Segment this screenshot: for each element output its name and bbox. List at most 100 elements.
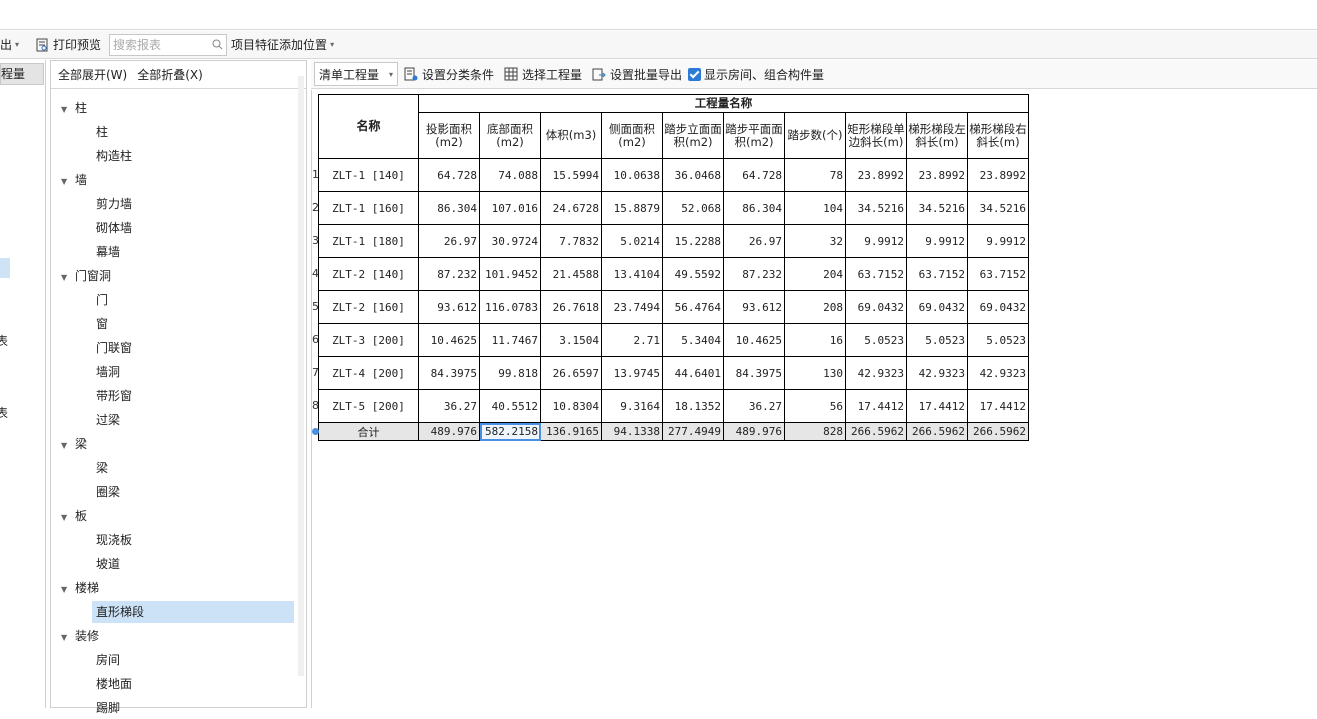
value-cell[interactable]: 13.9745 (601, 356, 663, 390)
value-cell[interactable]: 10.4625 (723, 323, 785, 357)
value-cell[interactable]: 17.4412 (906, 389, 968, 423)
value-cell[interactable]: 24.6728 (540, 191, 602, 225)
column-header[interactable]: 投影面积(m2) (418, 112, 480, 159)
value-cell[interactable]: 84.3975 (723, 356, 785, 390)
column-header[interactable]: 踏步数(个) (784, 112, 846, 159)
value-cell[interactable]: 16 (784, 323, 846, 357)
set-category-button[interactable]: 设置分类条件 (404, 66, 494, 83)
row-name-cell[interactable]: ZLT-1 [160] (318, 191, 419, 225)
row-name-cell[interactable]: ZLT-2 [160] (318, 290, 419, 324)
table-row[interactable]: ZLT-3 [200] 10.4625 11.7467 3.1504 2.71 5.340… (318, 323, 1029, 357)
table-row[interactable]: ZLT-1 [160] 86.304 107.016 24.6728 15.8879 52… (318, 191, 1029, 225)
value-cell[interactable]: 63.7152 (845, 257, 907, 291)
value-cell[interactable]: 23.8992 (967, 158, 1029, 192)
total-value-cell[interactable]: 489.976 (723, 422, 785, 441)
row-name-cell[interactable]: ZLT-1 [180] (318, 224, 419, 258)
value-cell[interactable]: 69.0432 (906, 290, 968, 324)
value-cell[interactable]: 9.9912 (967, 224, 1029, 258)
collapse-all-button[interactable]: 全部折叠(X) (137, 66, 203, 83)
row-name-cell[interactable]: ZLT-4 [200] (318, 356, 419, 390)
total-value-cell[interactable]: 277.4949 (662, 422, 724, 441)
value-cell[interactable]: 40.5512 (479, 389, 541, 423)
tree-item[interactable]: 柱 (92, 121, 294, 143)
tree-item[interactable]: 剪力墙 (92, 193, 294, 215)
value-cell[interactable]: 204 (784, 257, 846, 291)
expand-triangle-icon[interactable]: ▼ (61, 435, 75, 457)
tree-scrollbar[interactable] (298, 76, 304, 676)
value-cell[interactable]: 26.6597 (540, 356, 602, 390)
expand-triangle-icon[interactable]: ▼ (61, 171, 75, 193)
total-value-cell[interactable]: 489.976 (418, 422, 480, 441)
value-cell[interactable]: 86.304 (723, 191, 785, 225)
value-cell[interactable]: 42.9323 (906, 356, 968, 390)
expand-triangle-icon[interactable]: ▼ (61, 99, 75, 121)
value-cell[interactable]: 87.232 (418, 257, 480, 291)
value-cell[interactable]: 63.7152 (906, 257, 968, 291)
value-cell[interactable]: 49.5592 (662, 257, 724, 291)
value-cell[interactable]: 5.3404 (662, 323, 724, 357)
value-cell[interactable]: 17.4412 (967, 389, 1029, 423)
tree-item[interactable]: 踢脚 (92, 697, 294, 719)
total-value-cell[interactable]: 266.5962 (845, 422, 907, 441)
row-name-cell[interactable]: ZLT-1 [140] (318, 158, 419, 192)
tree-group[interactable]: ▼ 门窗洞 (61, 265, 111, 287)
value-cell[interactable]: 5.0523 (906, 323, 968, 357)
tree-item[interactable]: 梁 (92, 457, 294, 479)
value-cell[interactable]: 15.2288 (662, 224, 724, 258)
total-row[interactable]: 合计 489.976 582.2158 136.9165 94.1338 277.4949… (318, 422, 1029, 441)
value-cell[interactable]: 11.7467 (479, 323, 541, 357)
value-cell[interactable]: 23.8992 (845, 158, 907, 192)
value-cell[interactable]: 84.3975 (418, 356, 480, 390)
value-cell[interactable]: 208 (784, 290, 846, 324)
value-cell[interactable]: 26.97 (723, 224, 785, 258)
tree-item[interactable]: 门联窗 (92, 337, 294, 359)
value-cell[interactable]: 107.016 (479, 191, 541, 225)
value-cell[interactable]: 63.7152 (967, 257, 1029, 291)
tree-item[interactable]: 窗 (92, 313, 294, 335)
column-header[interactable]: 梯形梯段左斜长(m) (906, 112, 968, 159)
show-room-checkbox[interactable]: 显示房间、组合构件量 (688, 66, 824, 83)
left-panel-tab[interactable]: 程量 (0, 63, 44, 85)
tree-group[interactable]: ▼ 装修 (61, 625, 99, 647)
value-cell[interactable]: 74.088 (479, 158, 541, 192)
tree-item[interactable]: 门 (92, 289, 294, 311)
search-input[interactable]: 搜索报表 (109, 33, 228, 56)
tree-group[interactable]: ▼ 梁 (61, 433, 87, 455)
value-cell[interactable]: 30.9724 (479, 224, 541, 258)
column-header[interactable]: 踏步平面面积(m2) (723, 112, 785, 159)
value-cell[interactable]: 99.818 (479, 356, 541, 390)
tree-group[interactable]: ▼ 墙 (61, 169, 87, 191)
table-row[interactable]: ZLT-1 [180] 26.97 30.9724 7.7832 5.0214 15.22… (318, 224, 1029, 258)
value-cell[interactable]: 104 (784, 191, 846, 225)
tree-item[interactable]: 砌体墙 (92, 217, 294, 239)
value-cell[interactable]: 21.4588 (540, 257, 602, 291)
value-cell[interactable]: 9.9912 (845, 224, 907, 258)
row-name-cell[interactable]: ZLT-2 [140] (318, 257, 419, 291)
value-cell[interactable]: 15.8879 (601, 191, 663, 225)
value-cell[interactable]: 101.9452 (479, 257, 541, 291)
value-cell[interactable]: 2.71 (601, 323, 663, 357)
name-column-header[interactable]: 名称 (318, 94, 419, 159)
tree-group[interactable]: ▼ 楼梯 (61, 577, 99, 599)
value-cell[interactable]: 56 (784, 389, 846, 423)
tree-group[interactable]: ▼ 板 (61, 505, 87, 527)
expand-triangle-icon[interactable]: ▼ (61, 627, 75, 649)
value-cell[interactable]: 10.8304 (540, 389, 602, 423)
table-row[interactable]: ZLT-5 [200] 36.27 40.5512 10.8304 9.3164 18.1… (318, 389, 1029, 423)
tree-group[interactable]: ▼ 柱 (61, 97, 87, 119)
row-name-cell[interactable]: ZLT-5 [200] (318, 389, 419, 423)
value-cell[interactable]: 32 (784, 224, 846, 258)
quantity-type-select[interactable]: 清单工程量 ▾ (314, 62, 398, 86)
value-cell[interactable]: 36.27 (418, 389, 480, 423)
export-button[interactable]: 导出 ▾ (0, 33, 23, 57)
column-header[interactable]: 侧面面积(m2) (601, 112, 663, 159)
value-cell[interactable]: 42.9323 (845, 356, 907, 390)
column-header[interactable]: 底部面积(m2) (479, 112, 541, 159)
value-cell[interactable]: 17.4412 (845, 389, 907, 423)
value-cell[interactable]: 18.1352 (662, 389, 724, 423)
value-cell[interactable]: 130 (784, 356, 846, 390)
value-cell[interactable]: 10.0638 (601, 158, 663, 192)
selected-total-cell[interactable]: 582.2158 (479, 422, 541, 441)
value-cell[interactable]: 26.7618 (540, 290, 602, 324)
expand-triangle-icon[interactable]: ▼ (61, 267, 75, 289)
